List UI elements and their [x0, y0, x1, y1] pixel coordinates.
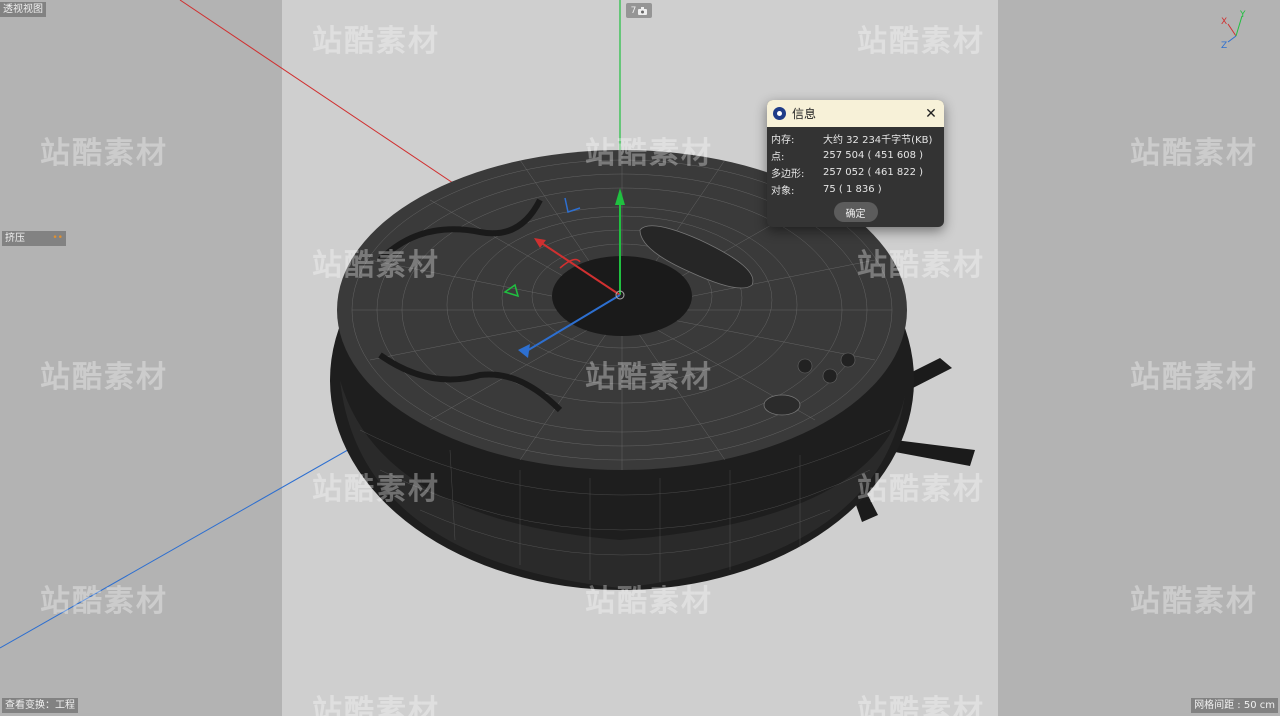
- watermark: 站酷素材: [585, 136, 713, 171]
- info-row-points: 点: 257 504 ( 451 608 ): [771, 147, 940, 164]
- info-value: 257 504 ( 451 608 ): [823, 150, 924, 161]
- viewport-title[interactable]: 透视视图: [0, 2, 46, 17]
- watermark: 站酷素材: [40, 136, 168, 171]
- side-brush: [895, 440, 975, 466]
- watermark: 站酷素材: [312, 694, 440, 716]
- watermark: 站酷素材: [1130, 360, 1258, 395]
- watermark: 站酷素材: [1130, 136, 1258, 171]
- perspective-viewport[interactable]: 站酷素材 站酷素材 站酷素材 站酷素材 站酷素材 站酷素材 站酷素材 站酷素材 …: [0, 0, 1280, 716]
- watermark: 站酷素材: [40, 584, 168, 619]
- axis-label-z: Z: [1221, 41, 1227, 50]
- info-value: 257 052 ( 461 822 ): [823, 167, 924, 178]
- info-key: 内存:: [771, 135, 795, 146]
- axis-label-x: X: [1221, 17, 1227, 27]
- view-transform-status: 查看变换：工程: [2, 698, 78, 713]
- watermark: 站酷素材: [585, 584, 713, 619]
- tool-options-dots[interactable]: ••: [52, 232, 63, 245]
- watermark: 站酷素材: [312, 248, 440, 283]
- ok-button[interactable]: 确定: [833, 202, 878, 222]
- watermark: 站酷素材: [312, 24, 440, 59]
- button-small: [822, 368, 838, 384]
- info-key: 多边形:: [771, 169, 805, 180]
- info-key: 对象:: [771, 186, 795, 197]
- watermark: 站酷素材: [857, 248, 985, 283]
- watermark: 站酷素材: [312, 472, 440, 507]
- axis-orientation-gizmo: X Y Z: [1221, 10, 1246, 50]
- dialog-titlebar[interactable]: 信息 ✕: [767, 100, 944, 127]
- info-value: 75 ( 1 836 ): [823, 184, 882, 195]
- info-dialog[interactable]: 信息 ✕ 内存: 大约 32 234千字节(KB) 点: 257 504 ( 4…: [767, 100, 944, 227]
- info-value: 大约 32 234千字节(KB): [823, 135, 933, 146]
- button-power: [763, 394, 801, 416]
- active-tool-label[interactable]: 挤压 ••: [2, 231, 66, 246]
- info-row-objects: 对象: 75 ( 1 836 ): [771, 181, 940, 198]
- info-row-polygons: 多边形: 257 052 ( 461 822 ): [771, 164, 940, 181]
- dialog-title: 信息: [792, 107, 817, 121]
- watermark: 站酷素材: [857, 694, 985, 716]
- watermark: 站酷素材: [857, 472, 985, 507]
- camera-button[interactable]: 7: [626, 3, 652, 18]
- watermark: 站酷素材: [1130, 584, 1258, 619]
- axis-label-y: Y: [1239, 10, 1246, 20]
- button-small: [840, 352, 856, 368]
- grid-spacing-status: 网格间距 : 50 cm: [1191, 698, 1278, 713]
- button-small: [797, 358, 813, 374]
- watermark: 站酷素材: [40, 360, 168, 395]
- info-key: 点:: [771, 152, 785, 163]
- dialog-body: 内存: 大约 32 234千字节(KB) 点: 257 504 ( 451 60…: [767, 127, 944, 222]
- close-icon[interactable]: ✕: [924, 106, 938, 122]
- watermark: 站酷素材: [857, 24, 985, 59]
- cinema4d-logo-icon: [773, 107, 786, 120]
- watermark: 站酷素材: [585, 360, 713, 395]
- camera-icon: [638, 6, 648, 15]
- info-row-memory: 内存: 大约 32 234千字节(KB): [771, 130, 940, 147]
- tool-name: 挤压: [5, 233, 25, 244]
- camera-label: 7: [630, 5, 637, 16]
